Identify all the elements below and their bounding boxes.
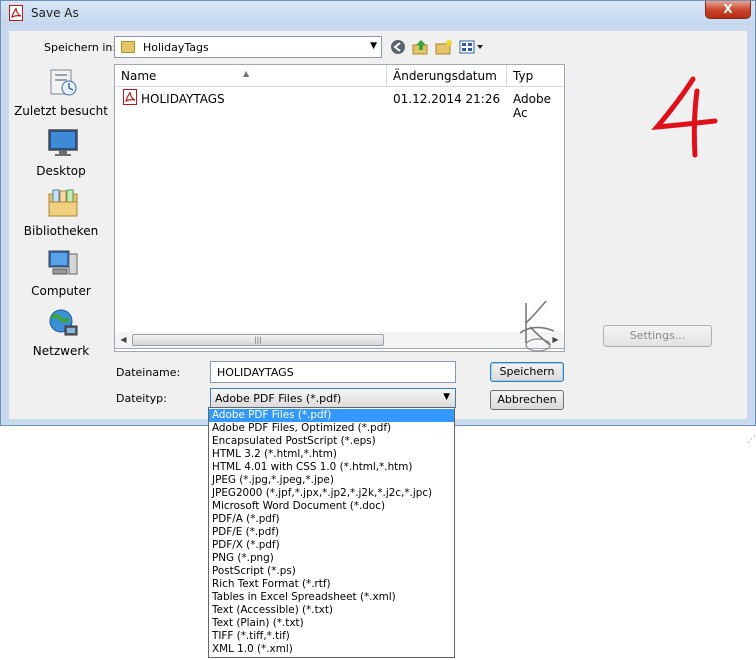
folder-icon xyxy=(121,41,135,53)
filetype-option[interactable]: Adobe PDF Files (*.pdf) xyxy=(209,409,454,422)
place-label: Computer xyxy=(31,284,91,298)
horizontal-scrollbar[interactable]: ◀ ||| ▶ xyxy=(114,332,565,349)
column-header-date[interactable]: Änderungsdatum xyxy=(387,65,507,87)
filetype-option[interactable]: Rich Text Format (*.rtf) xyxy=(209,578,454,591)
filename-label: Dateiname: xyxy=(116,366,181,379)
column-header-type[interactable]: Typ xyxy=(507,65,564,87)
filename-input[interactable]: HOLIDAYTAGS xyxy=(210,361,456,383)
save-in-label: Speichern in: xyxy=(44,41,117,54)
place-computer[interactable]: Computer xyxy=(14,244,108,302)
window-title: Save As xyxy=(31,6,79,20)
acrobat-icon xyxy=(9,5,23,21)
scroll-thumb[interactable]: ||| xyxy=(132,334,384,346)
save-button[interactable]: Speichern xyxy=(490,362,564,382)
filetype-option[interactable]: Text (Plain) (*.txt) xyxy=(209,617,454,630)
filetype-option[interactable]: Text (Accessible) (*.txt) xyxy=(209,604,454,617)
filetype-option[interactable]: Microsoft Word Document (*.doc) xyxy=(209,500,454,513)
desktop-icon xyxy=(48,129,78,156)
new-folder-icon[interactable] xyxy=(435,39,453,55)
place-libraries[interactable]: Bibliotheken xyxy=(14,184,108,242)
chevron-down-icon: ▼ xyxy=(443,392,450,402)
chevron-down-icon: ▼ xyxy=(370,41,377,51)
filetype-option[interactable]: PDF/E (*.pdf) xyxy=(209,526,454,539)
filetype-option[interactable]: PNG (*.png) xyxy=(209,552,454,565)
filetype-option[interactable]: HTML 4.01 with CSS 1.0 (*.html,*.htm) xyxy=(209,461,454,474)
filetype-options-list[interactable]: Adobe PDF Files (*.pdf) Adobe PDF Files, … xyxy=(208,407,455,658)
places-bar: Zuletzt besucht Desktop Bibliotheken Com… xyxy=(14,64,108,366)
place-desktop[interactable]: Desktop xyxy=(14,124,108,182)
close-button[interactable]: X xyxy=(705,1,751,19)
scroll-left-icon[interactable]: ◀ xyxy=(115,332,132,348)
step-number-annotation xyxy=(651,76,718,158)
back-icon[interactable] xyxy=(389,39,407,55)
place-label: Desktop xyxy=(36,164,86,178)
filetype-option[interactable]: PDF/A (*.pdf) xyxy=(209,513,454,526)
resize-grip-icon[interactable]: ⋰ xyxy=(747,435,756,445)
filetype-option[interactable]: PDF/X (*.pdf) xyxy=(209,539,454,552)
up-folder-icon[interactable] xyxy=(412,39,430,55)
place-recent[interactable]: Zuletzt besucht xyxy=(14,64,108,122)
filetype-option[interactable]: PostScript (*.ps) xyxy=(209,565,454,578)
file-type: Adobe Ac xyxy=(513,92,551,120)
filetype-option[interactable]: JPEG2000 (*.jpf,*.jpx,*.jp2,*.j2k,*.j2c,… xyxy=(209,487,454,500)
filetype-option[interactable]: HTML 3.2 (*.html,*.htm) xyxy=(209,448,454,461)
pdf-file-icon xyxy=(123,89,137,105)
filetype-dropdown[interactable]: Adobe PDF Files (*.pdf) ▼ xyxy=(210,388,456,408)
filetype-option[interactable]: TIFF (*.tiff,*.tif) xyxy=(209,630,454,643)
place-label: Bibliotheken xyxy=(23,224,99,238)
file-list[interactable]: Name ▲ Änderungsdatum Typ HOLIDAYTAGS 01… xyxy=(114,64,565,352)
place-label: Netzwerk xyxy=(32,344,90,358)
view-menu-icon[interactable] xyxy=(459,39,485,55)
cancel-button[interactable]: Abbrechen xyxy=(490,390,564,410)
save-in-value: HolidayTags xyxy=(143,41,209,54)
network-icon xyxy=(49,309,78,336)
column-header-name[interactable]: Name ▲ xyxy=(115,65,387,87)
file-name: HOLIDAYTAGS xyxy=(141,92,225,106)
computer-icon xyxy=(48,250,78,275)
place-label: Zuletzt besucht xyxy=(14,104,108,118)
libraries-icon xyxy=(48,189,78,217)
recent-places-icon xyxy=(50,69,77,96)
filetype-option[interactable]: Tables in Excel Spreadsheet (*.xml) xyxy=(209,591,454,604)
watermark-signature xyxy=(519,300,555,352)
sort-up-icon: ▲ xyxy=(243,69,250,78)
filetype-option[interactable]: XML 1.0 (*.xml) xyxy=(209,643,454,656)
dialog-client-area: Speichern in: HolidayTags ▼ Zuletzt besu… xyxy=(9,31,756,445)
save-as-dialog: Save As X Speichern in: HolidayTags ▼ Zu… xyxy=(0,0,756,445)
filetype-option[interactable]: Encapsulated PostScript (*.eps) xyxy=(209,435,454,448)
title-bar[interactable]: Save As X xyxy=(1,1,755,25)
settings-button[interactable]: Settings... xyxy=(603,325,712,347)
filetype-option[interactable]: Adobe PDF Files, Optimized (*.pdf) xyxy=(209,422,454,435)
place-network[interactable]: Netzwerk xyxy=(14,304,108,362)
file-date: 01.12.2014 21:26 xyxy=(393,92,501,106)
filetype-selected-value: Adobe PDF Files (*.pdf) xyxy=(215,392,342,405)
save-in-dropdown[interactable]: HolidayTags ▼ xyxy=(114,36,382,58)
filetype-option[interactable]: JPEG (*.jpg,*.jpeg,*.jpe) xyxy=(209,474,454,487)
filetype-label: Dateityp: xyxy=(116,392,167,405)
